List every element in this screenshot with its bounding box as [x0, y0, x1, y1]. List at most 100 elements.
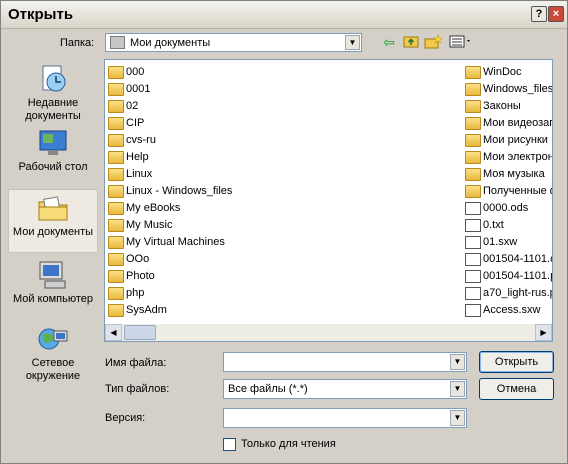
- file-list-item[interactable]: Мои электрон: [465, 149, 553, 166]
- file-name: Моя музыка: [483, 168, 545, 180]
- horizontal-scrollbar[interactable]: ◀ ▶: [105, 324, 552, 341]
- chevron-down-icon[interactable]: ▼: [450, 410, 465, 426]
- scroll-thumb[interactable]: [124, 325, 156, 340]
- file-list-item[interactable]: cvs-ru: [108, 132, 458, 149]
- file-name: Полученные ф: [483, 185, 553, 197]
- file-name: Access.sxw: [483, 304, 541, 316]
- file-list-item[interactable]: Мои видеозап: [465, 115, 553, 132]
- folder-location-icon: [110, 36, 125, 49]
- file-list-item[interactable]: WinDoc: [465, 64, 552, 81]
- file-list-item[interactable]: My Music: [108, 217, 458, 234]
- place-label: Недавние документы: [25, 97, 81, 122]
- file-name: Windows_files: [483, 83, 553, 95]
- folder-icon: [108, 253, 124, 266]
- place-label: Сетевое окружение: [25, 357, 81, 382]
- file-name: Мои электрон: [483, 151, 553, 163]
- scroll-right-button[interactable]: ▶: [535, 324, 552, 341]
- open-button[interactable]: Открыть: [479, 351, 554, 373]
- file-list-item[interactable]: 0.txt: [465, 217, 552, 234]
- place-network[interactable]: Сетевое окружение: [8, 321, 98, 385]
- place-label: Рабочий стол: [18, 161, 88, 173]
- file-list-item[interactable]: 01.sxw: [465, 234, 552, 251]
- file-name: 0.txt: [483, 219, 504, 231]
- folder-icon: [108, 100, 124, 113]
- place-label: Мой компьютер: [12, 293, 94, 305]
- file-list-item[interactable]: 001504-1101.p: [465, 268, 553, 285]
- file-name: 001504-1101.c: [483, 253, 553, 265]
- file-name: My eBooks: [126, 202, 181, 214]
- file-list-item[interactable]: 02: [108, 98, 458, 115]
- file-name: CIP: [126, 117, 145, 129]
- file-list-item[interactable]: OOo: [108, 251, 458, 268]
- folder-icon: [465, 117, 481, 130]
- folder-icon: [465, 66, 481, 79]
- file-list-item[interactable]: php: [108, 285, 458, 302]
- document-icon: [465, 270, 481, 283]
- file-list-item[interactable]: a70_light-rus.p: [465, 285, 552, 302]
- file-name: 0000.ods: [483, 202, 529, 214]
- file-name: Мои рисунки: [483, 134, 548, 146]
- folder-icon: [465, 134, 481, 147]
- view-menu-icon[interactable]: [448, 34, 474, 50]
- new-folder-icon[interactable]: [424, 34, 443, 50]
- file-list-item[interactable]: 000: [108, 64, 458, 81]
- file-name: Linux - Windows_files: [126, 185, 233, 197]
- filetype-label: Тип файлов:: [105, 383, 170, 395]
- file-name: Мои видеозап: [483, 117, 553, 129]
- scroll-left-button[interactable]: ◀: [105, 324, 122, 341]
- file-name: 000: [126, 66, 145, 78]
- close-button[interactable]: ×: [548, 6, 564, 22]
- file-list-item[interactable]: SysAdm: [108, 302, 458, 319]
- file-list-item[interactable]: Linux: [108, 166, 458, 183]
- chevron-down-icon[interactable]: ▼: [345, 35, 360, 50]
- folder-icon: [108, 185, 124, 198]
- file-list-item[interactable]: 0000.ods: [465, 200, 552, 217]
- file-list-item[interactable]: 001504-1101.c: [465, 251, 553, 268]
- file-list-item[interactable]: Help: [108, 149, 458, 166]
- chevron-down-icon[interactable]: ▼: [450, 354, 465, 370]
- place-my-documents[interactable]: Мои документы: [8, 189, 98, 253]
- file-name: Help: [126, 151, 149, 163]
- file-list-item[interactable]: Photo: [108, 268, 458, 285]
- folder-icon: [465, 100, 481, 113]
- chevron-down-icon[interactable]: ▼: [450, 381, 465, 397]
- up-folder-icon[interactable]: [402, 34, 420, 50]
- file-list-item[interactable]: Законы: [465, 98, 552, 115]
- back-arrow-icon[interactable]: ⇦: [380, 34, 398, 50]
- file-list-item[interactable]: CIP: [108, 115, 458, 132]
- folder-icon: [465, 168, 481, 181]
- file-name: cvs-ru: [126, 134, 156, 146]
- file-list-item[interactable]: 0001: [108, 81, 458, 98]
- filetype-select[interactable]: Все файлы (*.*) ▼: [223, 379, 467, 399]
- file-list-item[interactable]: Linux - Windows_files: [108, 183, 458, 200]
- filename-input[interactable]: ▼: [223, 352, 467, 372]
- places-bar: Недавние документы Рабочий стол Мои доку…: [8, 59, 98, 389]
- file-list-item[interactable]: My Virtual Machines: [108, 234, 458, 251]
- version-select[interactable]: ▼: [223, 408, 467, 428]
- look-in-combo[interactable]: Мои документы ▼: [105, 33, 362, 52]
- help-button[interactable]: ?: [531, 6, 547, 22]
- file-list-item[interactable]: Моя музыка: [465, 166, 552, 183]
- place-my-computer[interactable]: Мой компьютер: [8, 257, 98, 321]
- file-list-item[interactable]: Мои рисунки: [465, 132, 552, 149]
- place-desktop[interactable]: Рабочий стол: [8, 125, 98, 189]
- file-name: Linux: [126, 168, 153, 180]
- file-list-item[interactable]: My eBooks: [108, 200, 458, 217]
- place-recent-documents[interactable]: Недавние документы: [8, 61, 98, 125]
- readonly-checkbox[interactable]: [223, 438, 236, 451]
- folder-icon: [108, 66, 124, 79]
- folder-icon: [108, 83, 124, 96]
- file-name: OOo: [126, 253, 150, 265]
- file-list-item[interactable]: Windows_files: [465, 81, 553, 98]
- file-list-item[interactable]: Полученные ф: [465, 183, 553, 200]
- file-list-item[interactable]: Access.sxw: [465, 302, 552, 319]
- folder-icon: [465, 185, 481, 198]
- filename-label: Имя файла:: [105, 357, 167, 369]
- folder-icon: [108, 117, 124, 130]
- open-file-dialog: Открыть ? × Папка: Мои документы ▼ ⇦ Нед…: [0, 0, 568, 464]
- file-list[interactable]: 000 0001 02 CIP cvs-ru Help Linux Linux - Windo…: [104, 59, 553, 342]
- place-label: Мои документы: [12, 226, 94, 238]
- file-name: 01.sxw: [483, 236, 518, 248]
- file-name: 001504-1101.p: [483, 270, 553, 282]
- cancel-button[interactable]: Отмена: [479, 378, 554, 400]
